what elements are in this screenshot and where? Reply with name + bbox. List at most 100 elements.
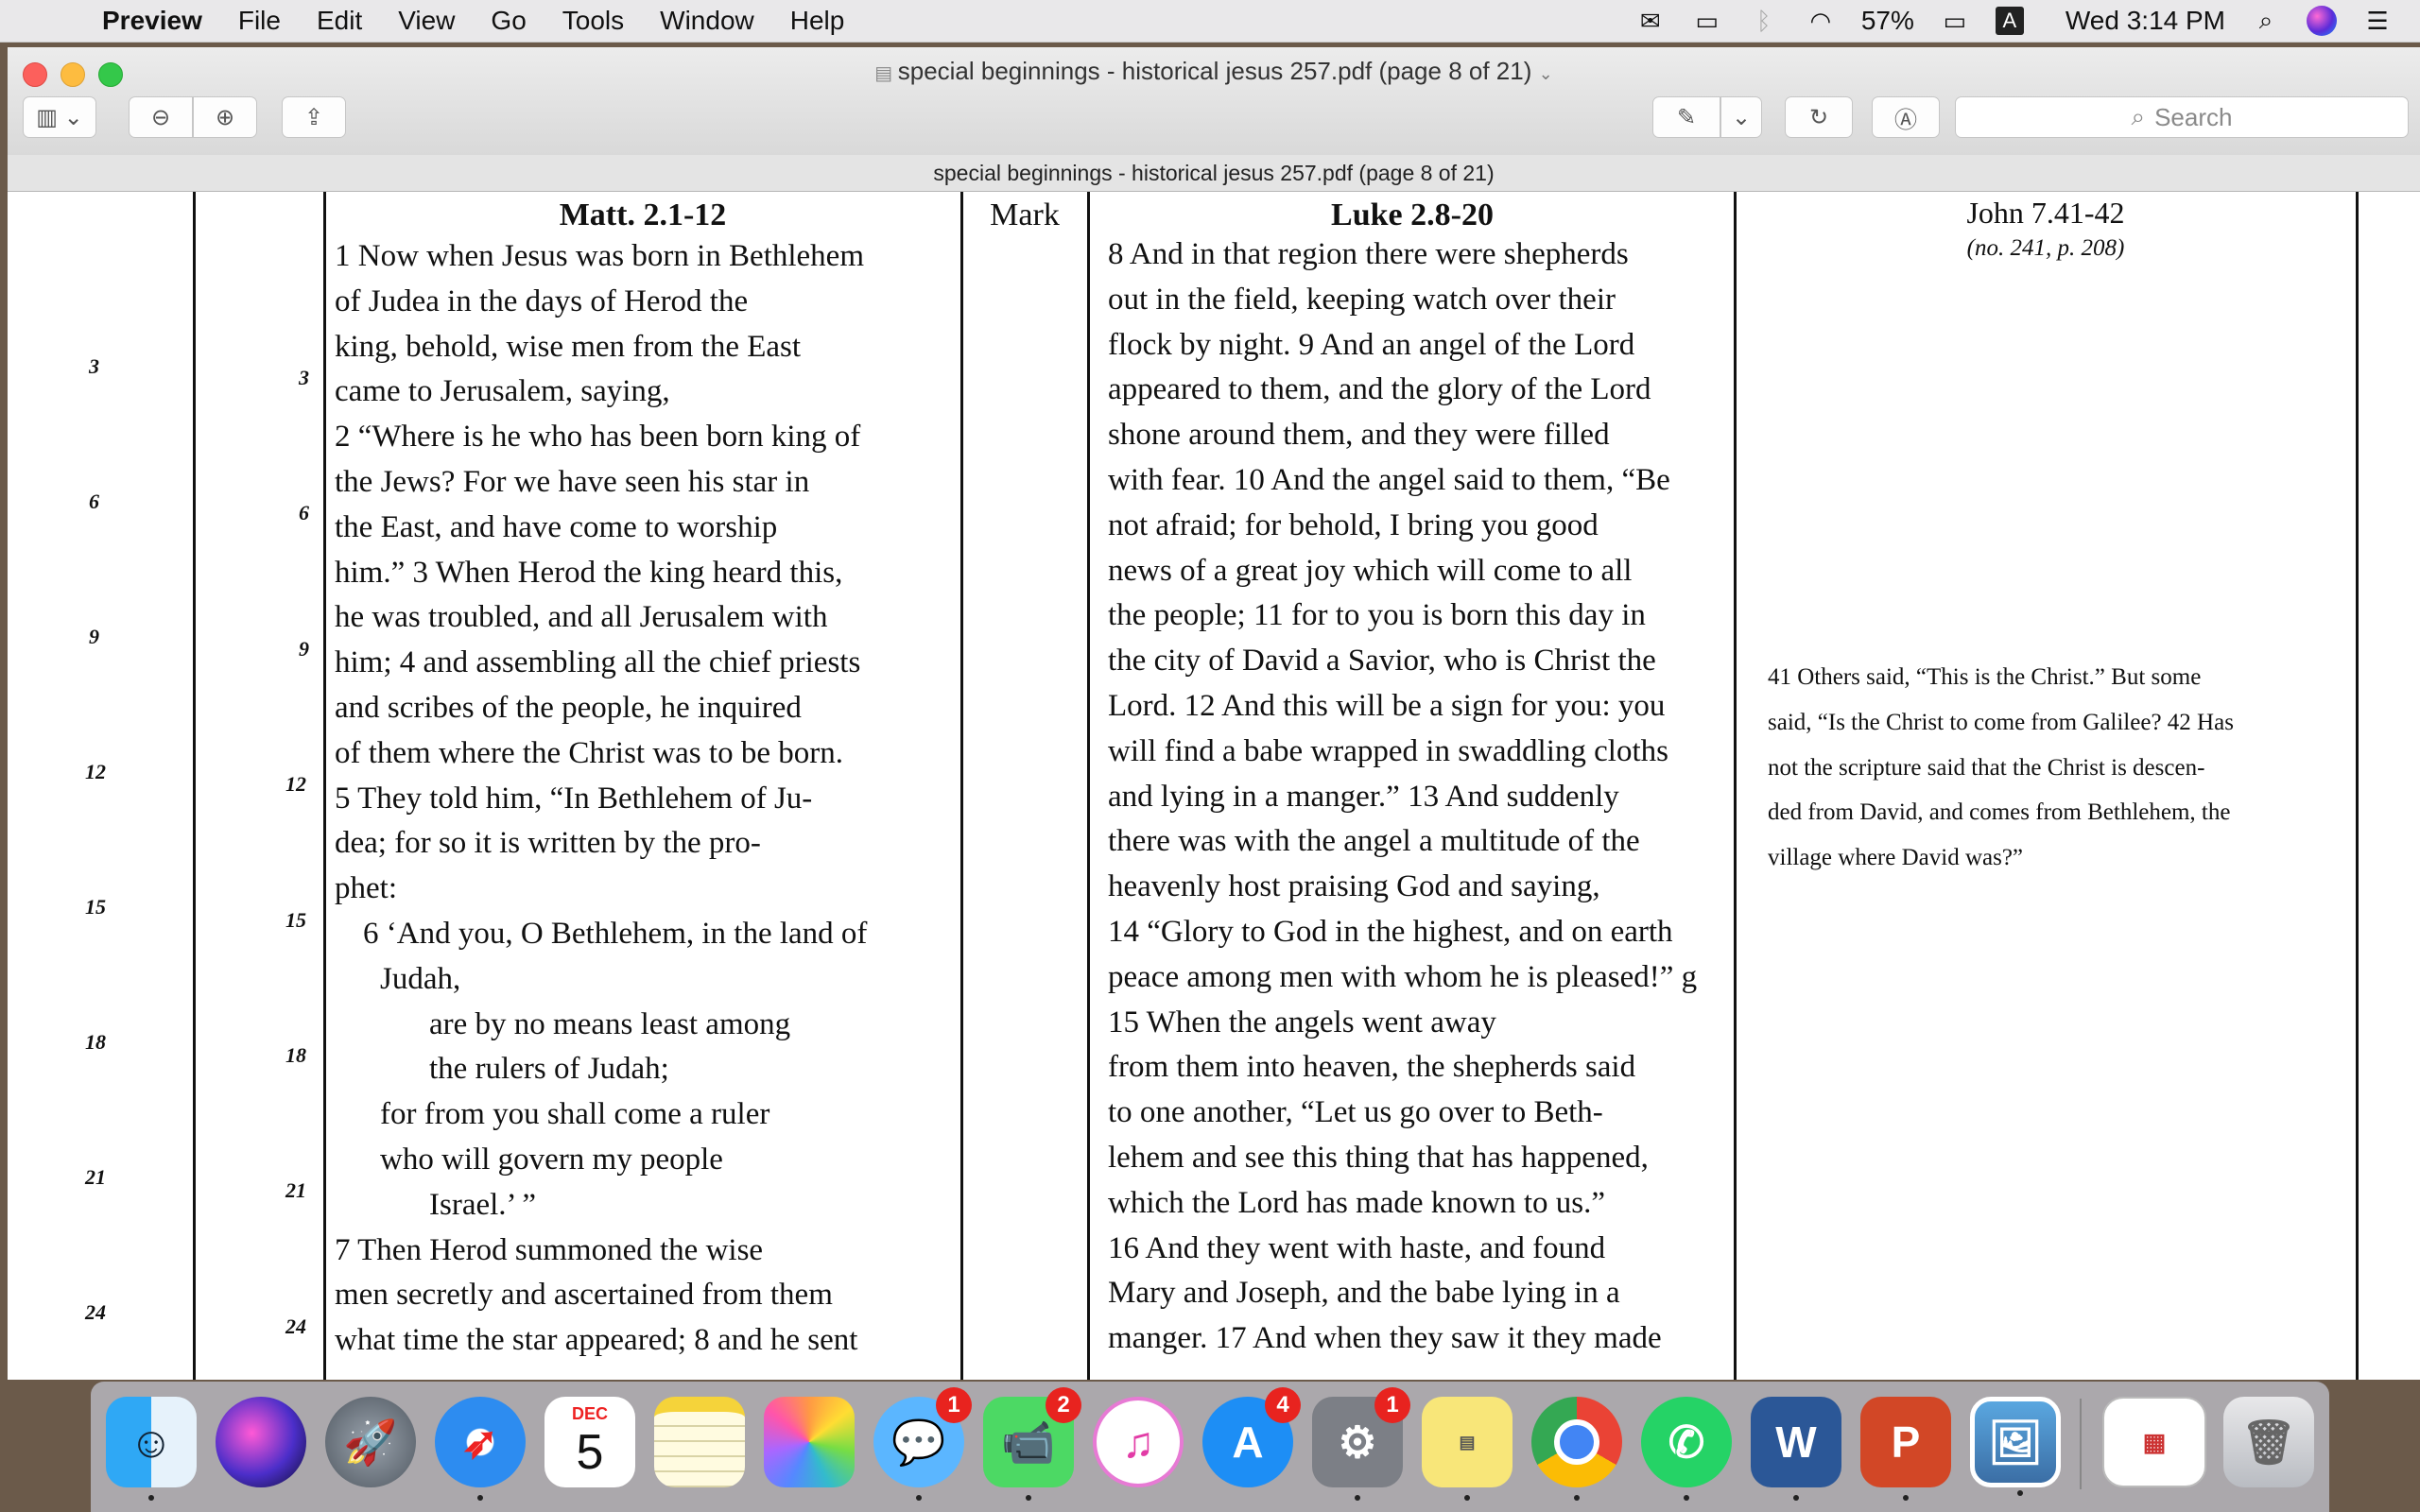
document-thumbnail-icon[interactable]: ▦ (2102, 1397, 2206, 1487)
pdf-document-icon: ▤ (874, 63, 898, 84)
search-placeholder: Search (2154, 102, 2233, 131)
menu-view[interactable]: View (398, 6, 455, 36)
menu-app-name[interactable]: Preview (102, 6, 202, 36)
mail-icon[interactable]: ✉ (1634, 7, 1667, 35)
line-number: 12 (85, 760, 106, 783)
menu-tools[interactable]: Tools (562, 6, 624, 36)
calendar-icon[interactable]: DEC 5 (544, 1397, 635, 1487)
notification-center-icon[interactable]: ☰ (2361, 7, 2394, 35)
rotate-icon: ↻ (1808, 104, 1829, 130)
text-line: and lying in a manger.” 13 And suddenly (1108, 779, 1619, 814)
notes-icon[interactable] (654, 1397, 745, 1487)
rotate-button[interactable]: ↻ (1785, 96, 1853, 138)
text-line: phet: (335, 871, 397, 906)
markup-menu-button[interactable]: ⌄ (1720, 96, 1762, 138)
search-icon: ⌕ (2131, 102, 2146, 130)
calendar-month: DEC (571, 1403, 608, 1423)
chevron-down-icon[interactable]: ⌄ (1539, 64, 1553, 83)
column-rule (960, 192, 963, 1380)
line-number: 3 (299, 366, 309, 389)
system-preferences-icon[interactable]: ⚙ 1 (1312, 1387, 1410, 1501)
menu-file[interactable]: File (238, 6, 281, 36)
text-line: for from you shall come a ruler (380, 1097, 770, 1132)
trash-icon[interactable]: 🗑 (2223, 1397, 2314, 1487)
pen-icon: ✎ (1676, 104, 1697, 130)
share-button[interactable]: ⇪ (282, 96, 346, 138)
text-line: dea; for so it is written by the pro- (335, 826, 761, 861)
launchpad-icon[interactable]: 🚀 (325, 1397, 416, 1487)
powerpoint-icon[interactable]: P (1860, 1397, 1951, 1501)
zoom-out-button[interactable]: ⊖ (129, 96, 193, 138)
text-line: of Judea in the days of Herod the (335, 284, 749, 318)
app-store-icon[interactable]: A4 (1202, 1387, 1301, 1487)
sidebar-toggle-button[interactable]: ▥ ⌄ (23, 96, 96, 138)
text-line: 8 And in that region there were shepherd… (1108, 237, 1629, 271)
text-line: lehem and see this thing that has happen… (1108, 1141, 1649, 1175)
battery-percentage[interactable]: 57% (1861, 6, 1914, 36)
menu-clock[interactable]: Wed 3:14 PM (2066, 6, 2225, 36)
text-line: the rulers of Judah; (429, 1052, 669, 1087)
facetime-icon[interactable]: 📹 2 (983, 1387, 1081, 1501)
text-line: 7 Then Herod summoned the wise (335, 1232, 764, 1267)
app-store-badge: 4 (1265, 1387, 1301, 1423)
window-title: ▤ special beginnings - historical jesus … (8, 57, 2420, 86)
text-line: and scribes of the people, he inquired (335, 691, 802, 725)
chevron-down-icon: ⌄ (1731, 104, 1752, 130)
text-line: 5 They told him, “In Bethlehem of Ju- (335, 781, 813, 816)
system-preferences-badge: 1 (1374, 1387, 1410, 1423)
text-line: what time the star appeared; 8 and he se… (335, 1323, 858, 1358)
stickies-icon[interactable]: ▤ (1422, 1397, 1512, 1501)
menu-edit[interactable]: Edit (317, 6, 362, 36)
search-field[interactable]: ⌕ Search (1955, 96, 2409, 138)
airplay-icon[interactable]: ▭ (1691, 7, 1723, 35)
text-line: will find a babe wrapped in swaddling cl… (1108, 733, 1668, 768)
text-line: not afraid; for behold, I bring you good (1108, 507, 1599, 542)
markup-toolbar-button[interactable]: ✎ (1652, 96, 1720, 138)
calendar-day: 5 (576, 1424, 604, 1480)
finder-icon[interactable]: ☺ (106, 1397, 197, 1501)
zoom-in-button[interactable]: ⊕ (193, 96, 257, 138)
whatsapp-icon[interactable]: ✆ (1641, 1397, 1732, 1501)
line-number: 18 (85, 1030, 106, 1054)
menu-go[interactable]: Go (491, 6, 526, 36)
battery-icon[interactable]: ▭ (1939, 7, 1971, 35)
siri-icon[interactable] (2307, 6, 2337, 36)
wifi-icon[interactable]: ◠ (1805, 7, 1837, 35)
line-number: 18 (285, 1043, 306, 1067)
input-source-icon[interactable]: A (1995, 7, 2024, 35)
text-line: the Jews? For we have seen his star in (335, 465, 810, 499)
text-line: ded from David, and comes from Bethlehem… (1768, 799, 2231, 826)
spotlight-search-icon[interactable]: ⌕ (2250, 6, 2282, 34)
photos-icon[interactable] (764, 1397, 855, 1487)
facetime-badge: 2 (1046, 1387, 1081, 1423)
siri-app-icon[interactable] (216, 1397, 306, 1487)
text-line: flock by night. 9 And an angel of the Lo… (1108, 327, 1635, 362)
line-number: 9 (299, 636, 309, 661)
markup-pen-circle-icon: Ⓐ (1894, 107, 1917, 133)
text-line: from them into heaven, the shepherds sai… (1108, 1050, 1636, 1085)
text-line: not the scripture said that the Christ i… (1768, 754, 2205, 781)
preview-app-icon[interactable]: 🖼 (1970, 1397, 2061, 1496)
text-line: him.” 3 When Herod the king heard this, (335, 555, 843, 590)
text-line: he was troubled, and all Jerusalem with (335, 600, 828, 635)
chrome-icon[interactable] (1531, 1397, 1622, 1501)
menu-help[interactable]: Help (790, 6, 845, 36)
safari-icon[interactable]: ➶ (435, 1397, 526, 1501)
messages-icon[interactable]: 💬 1 (873, 1387, 972, 1501)
itunes-icon[interactable]: ♫ (1093, 1397, 1184, 1487)
text-line: appeared to them, and the glory of the L… (1108, 372, 1651, 407)
menu-window[interactable]: Window (660, 6, 754, 36)
john-reference: (no. 241, p. 208) (1966, 235, 2125, 261)
text-line: Lord. 12 And this will be a sign for you… (1108, 689, 1666, 723)
markup-button[interactable]: Ⓐ (1872, 96, 1940, 138)
text-line: peace among men with whom he is pleased!… (1108, 959, 1698, 994)
text-line: 14 “Glory to God in the highest, and on … (1108, 915, 1673, 949)
pdf-page[interactable]: Matt. 2.1-12 Mark Luke 2.8-20 John 7.41-… (8, 192, 2420, 1380)
text-line: 1 Now when Jesus was born in Bethlehem (335, 239, 865, 273)
line-number: 21 (285, 1178, 306, 1203)
word-icon[interactable]: W (1751, 1397, 1841, 1501)
bluetooth-icon[interactable]: ᛒ (1748, 7, 1780, 35)
dock: ☺ 🚀 ➶ DEC 5 💬 1 📹 2 ♫ A4 ⚙ 1 ▤ ✆ W P 🖼 ▦ 🗑 (91, 1382, 2329, 1512)
text-line: manger. 17 And when they saw it they mad… (1108, 1321, 1662, 1356)
window-title-text[interactable]: special beginnings - historical jesus 25… (898, 57, 1532, 85)
